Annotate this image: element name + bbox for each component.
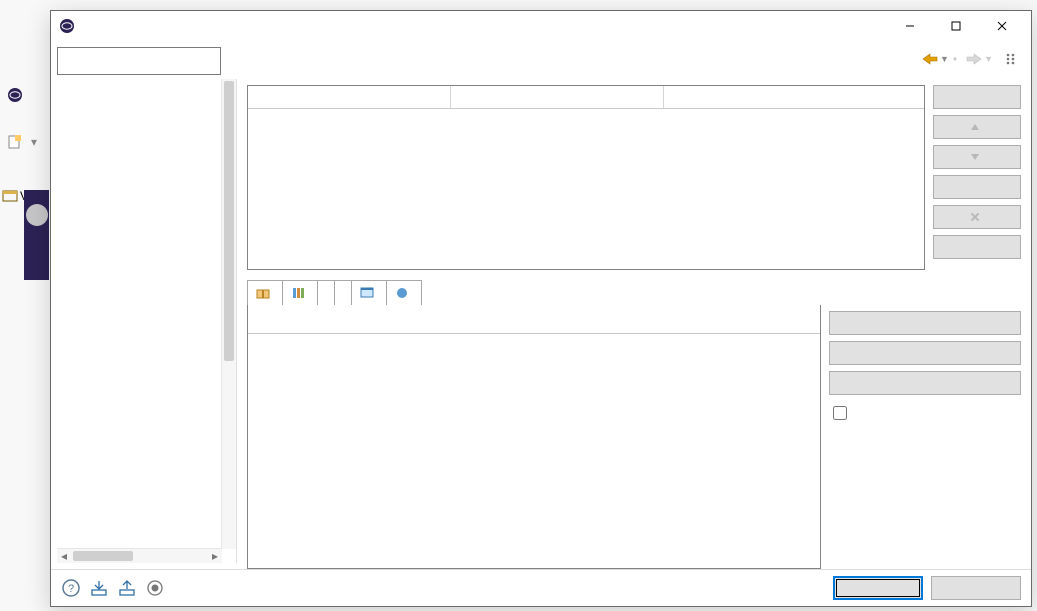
libraries-icon [291, 286, 305, 300]
maximize-button[interactable] [933, 11, 979, 41]
close-button[interactable] [979, 11, 1025, 41]
oomph-record-icon[interactable] [145, 578, 165, 598]
manage-conda-button[interactable] [829, 341, 1021, 365]
bg-welcome-dark [24, 190, 49, 280]
load-conda-checkbox-input[interactable] [833, 406, 847, 420]
up-arrow-icon [971, 124, 979, 130]
dropdown-caret-icon[interactable]: ▾ [31, 135, 37, 149]
down-arrow-icon [971, 154, 979, 160]
preferences-tree[interactable] [57, 79, 222, 549]
set-default-button[interactable] [933, 175, 1021, 199]
col-version[interactable] [548, 311, 728, 333]
tree-vscrollbar[interactable] [221, 79, 236, 549]
tab-string-substitution[interactable] [386, 280, 422, 305]
col-name[interactable] [248, 86, 451, 108]
tab-environment[interactable] [351, 280, 387, 305]
import-prefs-icon[interactable] [89, 578, 109, 598]
package-explorer-icon[interactable] [2, 188, 18, 204]
new-icon[interactable] [7, 133, 25, 151]
help-icon[interactable]: ? [61, 578, 81, 598]
packages-icon [256, 286, 270, 300]
up-button[interactable] [933, 115, 1021, 139]
eclipse-icon [59, 18, 75, 34]
export-prefs-icon[interactable] [117, 578, 137, 598]
col-library[interactable] [248, 311, 548, 333]
cancel-button[interactable] [931, 576, 1021, 600]
filter-input[interactable] [57, 47, 221, 75]
minimize-button[interactable] [887, 11, 933, 41]
bg-toolbar: ▾ [7, 130, 37, 154]
back-menu-caret[interactable]: ▼ [940, 54, 949, 64]
forward-menu-caret[interactable]: ▼ [984, 54, 993, 64]
left-panel: ◂▸ [51, 41, 237, 569]
new-button[interactable] [933, 85, 1021, 109]
apply-and-close-button[interactable] [833, 576, 923, 600]
toolbar-sep: • [953, 52, 957, 66]
bottom-bar: ? [51, 569, 1031, 606]
environment-icon [360, 286, 374, 300]
remove-button[interactable] [933, 205, 1021, 229]
tab-predefined[interactable] [334, 280, 352, 305]
view-menu-icon[interactable] [1003, 50, 1021, 68]
load-conda-checkbox[interactable] [829, 403, 1021, 423]
titlebar[interactable] [51, 11, 1031, 41]
eclipse-icon [7, 87, 23, 103]
right-panel: ▼ • ▼ [237, 41, 1031, 569]
tab-bar [247, 280, 1021, 305]
tab-packages[interactable] [247, 280, 283, 305]
manage-pip-button[interactable] [829, 311, 1021, 335]
packages-table[interactable] [247, 305, 821, 569]
manage-pipenv-button[interactable] [829, 371, 1021, 395]
tab-libraries[interactable] [282, 280, 318, 305]
back-icon[interactable] [921, 50, 939, 68]
config-conda-button[interactable] [933, 235, 1021, 259]
variables-icon [395, 286, 409, 300]
svg-text:?: ? [68, 583, 74, 595]
welcome-orb-icon [26, 204, 48, 226]
interpreters-table[interactable] [247, 85, 925, 270]
tab-forced-builtins[interactable] [317, 280, 335, 305]
remove-x-icon [970, 212, 980, 222]
bg-app-title [7, 87, 27, 103]
forward-icon[interactable] [965, 50, 983, 68]
col-location[interactable] [451, 86, 664, 108]
tree-hscrollbar[interactable]: ◂▸ [57, 548, 222, 563]
preferences-dialog: ◂▸ ▼ • ▼ [50, 10, 1032, 607]
down-button[interactable] [933, 145, 1021, 169]
